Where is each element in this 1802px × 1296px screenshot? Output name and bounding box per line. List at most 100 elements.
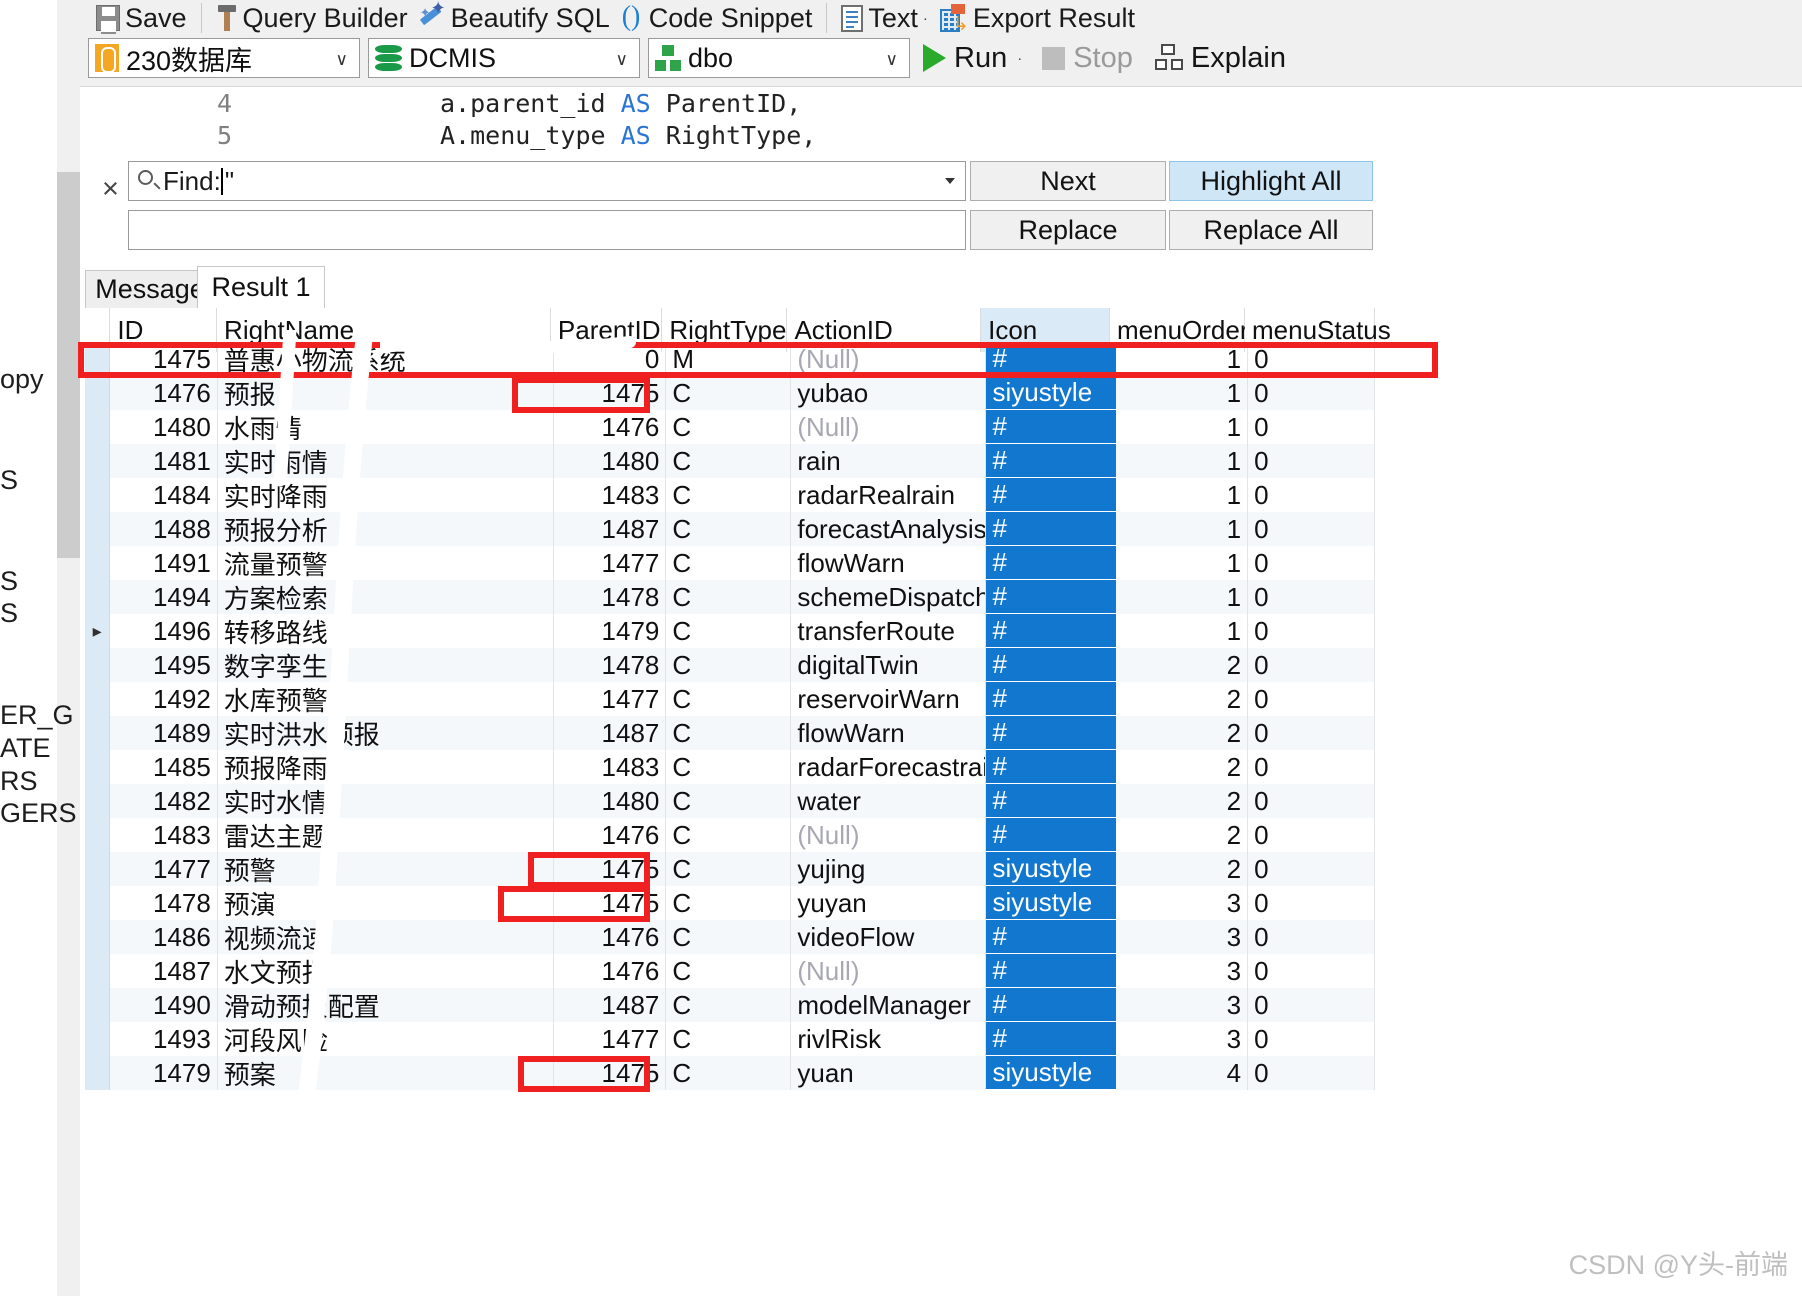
cell-icon[interactable]: siyustyle [986, 886, 1117, 920]
row-marker[interactable] [85, 954, 111, 988]
cell-parentId[interactable]: 1477 [554, 1022, 667, 1056]
code-snippet-button[interactable]: () Code Snippet [616, 1, 819, 35]
cell-menuStatus[interactable]: 0 [1248, 886, 1376, 920]
row-marker[interactable] [85, 410, 111, 444]
cell-icon[interactable]: # [986, 920, 1117, 954]
cell-id[interactable]: 1482 [110, 784, 218, 818]
cell-rightType[interactable]: C [666, 648, 792, 682]
cell-parentId[interactable]: 1487 [554, 512, 667, 546]
cell-icon[interactable]: # [986, 444, 1117, 478]
table-row[interactable]: 1484 实时降雨 1483 CradarRealrain #1 0 [85, 478, 1376, 512]
cell-menuOrder[interactable]: 2 [1116, 852, 1249, 886]
cell-rightName[interactable]: 滑动预报配置 [218, 988, 555, 1022]
cell-rightName[interactable]: 实时洪水预报 [218, 716, 555, 750]
cell-parentId[interactable]: 1487 [554, 988, 667, 1022]
replace-all-button[interactable]: Replace All [1169, 210, 1373, 250]
cell-rightName[interactable]: 实时降雨 [218, 478, 555, 512]
cell-menuStatus[interactable]: 0 [1248, 1022, 1376, 1056]
cell-rightType[interactable]: C [666, 444, 792, 478]
run-caret-icon[interactable]: · [1017, 50, 1022, 67]
cell-actionId[interactable]: yuyan [791, 886, 987, 920]
cell-icon[interactable]: # [986, 784, 1117, 818]
close-icon[interactable]: × [102, 173, 119, 206]
cell-menuOrder[interactable]: 3 [1116, 886, 1249, 920]
cell-rightType[interactable]: C [666, 886, 792, 920]
table-row[interactable]: 1492 水库预警 1477 CreservoirWarn #2 0 [85, 682, 1376, 716]
cell-parentId[interactable]: 1476 [554, 954, 667, 988]
cell-menuOrder[interactable]: 1 [1116, 546, 1249, 580]
table-row[interactable]: 1485 预报降雨 1483 CradarForecastrain #2 0 [85, 750, 1376, 784]
cell-menuStatus[interactable]: 0 [1248, 750, 1376, 784]
cell-id[interactable]: 1495 [110, 648, 218, 682]
cell-parentId[interactable]: 1476 [554, 920, 667, 954]
sql-editor[interactable]: 4 a.parent_id AS ParentID, 5 A.menu_type… [80, 86, 1802, 153]
cell-rightType[interactable]: C [666, 376, 792, 410]
text-format-button[interactable]: Text · [835, 1, 934, 35]
cell-menuOrder[interactable]: 2 [1116, 716, 1249, 750]
explain-button[interactable]: Explain [1154, 42, 1286, 75]
cell-menuStatus[interactable]: 0 [1248, 920, 1376, 954]
cell-actionId[interactable]: water [791, 784, 987, 818]
cell-id[interactable]: 1489 [110, 716, 218, 750]
cell-actionId[interactable]: flowWarn [791, 546, 987, 580]
table-row[interactable]: 1489 实时洪水预报 1487 CflowWarn #2 0 [85, 716, 1376, 750]
row-marker[interactable] [85, 580, 111, 614]
row-marker[interactable] [85, 648, 111, 682]
cell-menuOrder[interactable]: 2 [1116, 750, 1249, 784]
cell-menuStatus[interactable]: 0 [1248, 478, 1376, 512]
cell-actionId[interactable]: yubao [791, 376, 987, 410]
cell-menuOrder[interactable]: 3 [1116, 920, 1249, 954]
cell-id[interactable]: 1491 [110, 546, 218, 580]
table-row[interactable]: 1482 实时水情 1480 Cwater #2 0 [85, 784, 1376, 818]
cell-menuOrder[interactable]: 2 [1116, 818, 1249, 852]
cell-parentId[interactable]: 1477 [554, 546, 667, 580]
row-marker[interactable] [85, 988, 111, 1022]
table-row[interactable]: 1477 预警 1475 Cyujing siyustyle 2 0 [85, 852, 1376, 886]
chevron-down-icon[interactable]: ∨ [336, 50, 348, 70]
table-row[interactable]: 1487 水文预报 1476 C (Null) #3 0 [85, 954, 1376, 988]
cell-icon[interactable]: # [986, 614, 1117, 648]
cell-rightType[interactable]: C [666, 1022, 792, 1056]
row-marker[interactable] [85, 818, 111, 852]
cell-icon[interactable]: # [986, 682, 1117, 716]
cell-menuOrder[interactable]: 1 [1116, 512, 1249, 546]
cell-id[interactable]: 1490 [110, 988, 218, 1022]
cell-rightType[interactable]: C [666, 682, 792, 716]
cell-rightType[interactable]: C [666, 478, 792, 512]
cell-icon[interactable]: siyustyle [986, 852, 1117, 886]
replace-input[interactable] [128, 210, 966, 250]
row-marker[interactable] [85, 784, 111, 818]
cell-icon[interactable]: # [986, 478, 1117, 512]
cell-rightType[interactable]: C [666, 852, 792, 886]
cell-icon[interactable]: # [986, 716, 1117, 750]
cell-rightName[interactable]: 水雨情 [218, 410, 555, 444]
cell-rightName[interactable]: 预报降雨 [218, 750, 555, 784]
cell-icon[interactable]: # [986, 1022, 1117, 1056]
table-row[interactable]: 1490 滑动预报配置 1487 CmodelManager #3 0 [85, 988, 1376, 1022]
replace-button[interactable]: Replace [970, 210, 1166, 250]
cell-rightName[interactable]: 预警 [218, 852, 555, 886]
cell-icon[interactable]: siyustyle [986, 376, 1117, 410]
cell-actionId[interactable]: radarForecastrain [791, 750, 987, 784]
cell-id[interactable]: 1477 [110, 852, 218, 886]
cell-menuOrder[interactable]: 1 [1116, 444, 1249, 478]
save-button[interactable]: Save [90, 1, 193, 35]
cell-actionId[interactable]: flowWarn [791, 716, 987, 750]
cell-rightName[interactable]: 预报 [218, 376, 555, 410]
row-marker[interactable] [85, 1022, 111, 1056]
table-row[interactable]: 1481 实时雨情 1480 Crain #1 0 [85, 444, 1376, 478]
cell-rightType[interactable]: C [666, 580, 792, 614]
cell-menuOrder[interactable]: 2 [1116, 784, 1249, 818]
cell-id[interactable]: 1476 [110, 376, 218, 410]
cell-icon[interactable]: siyustyle [986, 1056, 1117, 1090]
cell-id[interactable]: 1484 [110, 478, 218, 512]
cell-rightName[interactable]: 河段风险 [218, 1022, 555, 1056]
cell-menuStatus[interactable]: 0 [1248, 614, 1376, 648]
highlight-all-button[interactable]: Highlight All [1169, 161, 1373, 201]
cell-icon[interactable]: # [986, 954, 1117, 988]
cell-rightType[interactable]: C [666, 512, 792, 546]
cell-actionId[interactable]: transferRoute [791, 614, 987, 648]
left-scrollbar-thumb[interactable] [57, 172, 80, 558]
cell-actionId[interactable]: radarRealrain [791, 478, 987, 512]
cell-rightName[interactable]: 流量预警 [218, 546, 555, 580]
